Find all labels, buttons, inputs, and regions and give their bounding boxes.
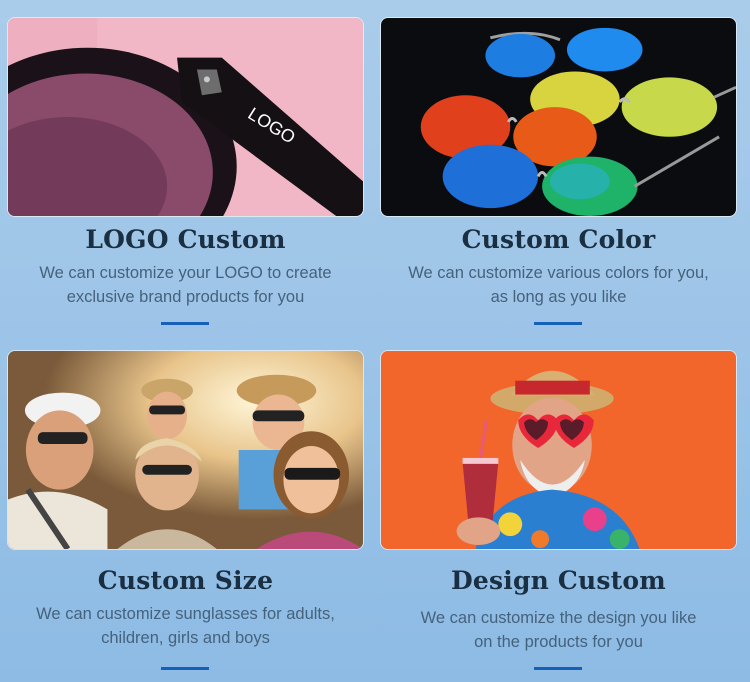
- card-description: We can customize your LOGO to create exc…: [39, 264, 332, 306]
- card-custom-size: Custom Size We can customize sunglasses …: [7, 350, 364, 670]
- card-description: We can customize the design you like on …: [420, 609, 697, 651]
- card-title: LOGO Custom: [85, 225, 286, 254]
- card-title: Custom Color: [461, 225, 656, 254]
- colored-aviators-photo: [380, 17, 737, 217]
- heart-sunglasses-man-photo: [380, 350, 737, 550]
- card-custom-color: Custom Color We can customize various co…: [380, 17, 737, 327]
- card-description: We can customize sunglasses for adults, …: [36, 605, 335, 647]
- family-in-car-photo: [7, 350, 364, 550]
- card-design-custom: Design Custom We can customize the desig…: [380, 350, 737, 670]
- card-title: Design Custom: [451, 566, 666, 595]
- card-description: We can customize various colors for you,…: [408, 264, 709, 306]
- card-title: Custom Size: [97, 566, 274, 595]
- accent-bar: [534, 322, 582, 325]
- accent-bar: [161, 322, 209, 325]
- accent-bar: [161, 667, 209, 670]
- logo-sunglasses-photo: LOGO: [7, 17, 364, 217]
- card-logo-custom: LOGO LOGO Custom We can customize your L…: [7, 17, 364, 327]
- accent-bar: [534, 667, 582, 670]
